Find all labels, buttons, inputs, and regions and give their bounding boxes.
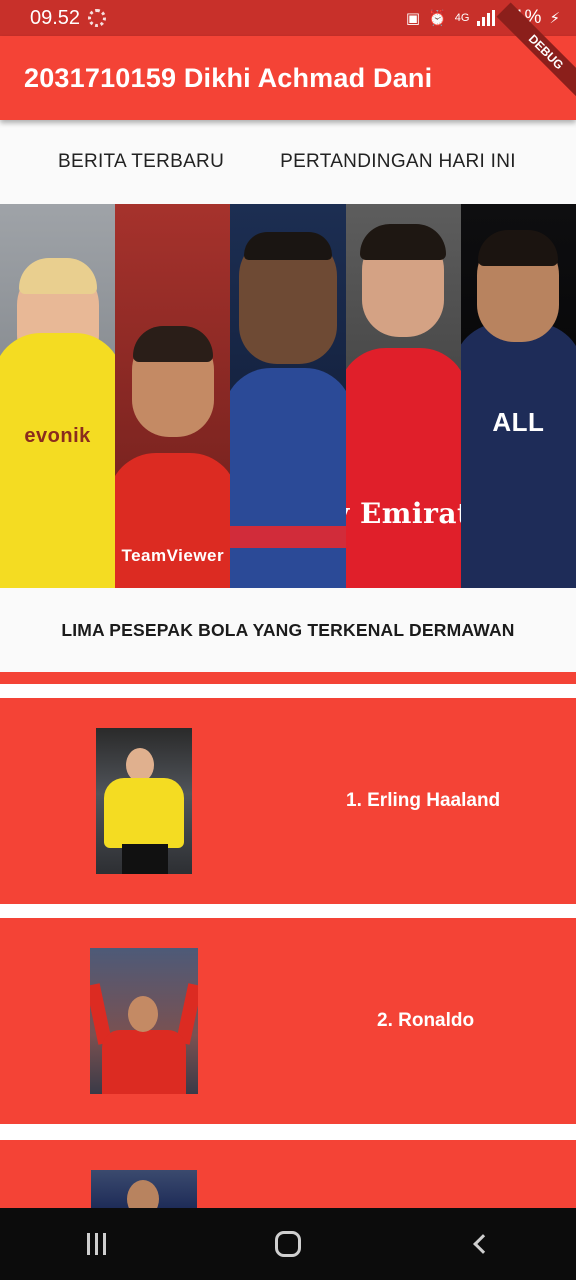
- player-photo: [91, 1170, 197, 1208]
- alarm-icon: ⏰: [428, 10, 447, 27]
- banner-sponsor: TeamViewer: [121, 546, 225, 565]
- home-icon: [275, 1231, 301, 1257]
- home-button[interactable]: [248, 1214, 328, 1274]
- network-type: 4G: [454, 12, 470, 24]
- tab-bar: BERITA TERBARU PERTANDINGAN HARI INI: [0, 120, 576, 204]
- banner-panel-mbappe: [230, 204, 346, 588]
- banner-panel-haaland: evonik: [0, 204, 116, 588]
- status-bar: 09.52 ▣ ⏰ 4G 91% ⚡: [0, 0, 576, 36]
- signal-icon: [477, 10, 496, 26]
- hero-banner-image: evonik TeamViewer Fly Emirates ALL: [0, 204, 576, 588]
- lock-icon: ▣: [405, 10, 421, 27]
- app-title: 2031710159 Dikhi Achmad Dani: [24, 62, 433, 93]
- tab-pertandingan-hari-ini[interactable]: PERTANDINGAN HARI INI: [280, 151, 516, 173]
- banner-panel-ronaldo: TeamViewer: [115, 204, 231, 588]
- recent-apps-button[interactable]: [56, 1214, 136, 1274]
- recent-apps-icon: [86, 1233, 106, 1255]
- banner-panel-neymar: ALL: [460, 204, 576, 588]
- player-name: 1. Erling Haaland: [346, 790, 501, 811]
- back-button[interactable]: [440, 1214, 520, 1274]
- banner-sponsor: evonik: [24, 425, 91, 447]
- battery-charging-icon: ⚡: [549, 10, 560, 27]
- player-card[interactable]: 1. Erling Haaland: [0, 698, 576, 904]
- tab-berita-terbaru[interactable]: BERITA TERBARU: [58, 151, 224, 173]
- player-photo: [96, 728, 192, 874]
- sync-icon: [88, 9, 107, 27]
- back-icon: [473, 1234, 493, 1254]
- divider-strip: [0, 672, 576, 684]
- player-name: 2. Ronaldo: [377, 1010, 475, 1031]
- player-card[interactable]: [0, 1140, 576, 1208]
- banner-sponsor: ALL: [492, 407, 545, 437]
- status-icons: ▣ ⏰ 4G 91% ⚡: [406, 7, 560, 29]
- banner-panel-van-persie: Fly Emirates: [345, 204, 461, 588]
- system-nav-bar: [0, 1208, 576, 1280]
- section-title: LIMA PESEPAK BOLA YANG TERKENAL DERMAWAN: [0, 588, 576, 672]
- player-photo: [90, 948, 198, 1094]
- player-card[interactable]: 2. Ronaldo: [0, 918, 576, 1124]
- status-time: 09.52: [30, 6, 81, 29]
- app-bar: 2031710159 Dikhi Achmad Dani DEBUG: [0, 2, 576, 120]
- banner-sponsor: Fly Emirates: [346, 497, 461, 530]
